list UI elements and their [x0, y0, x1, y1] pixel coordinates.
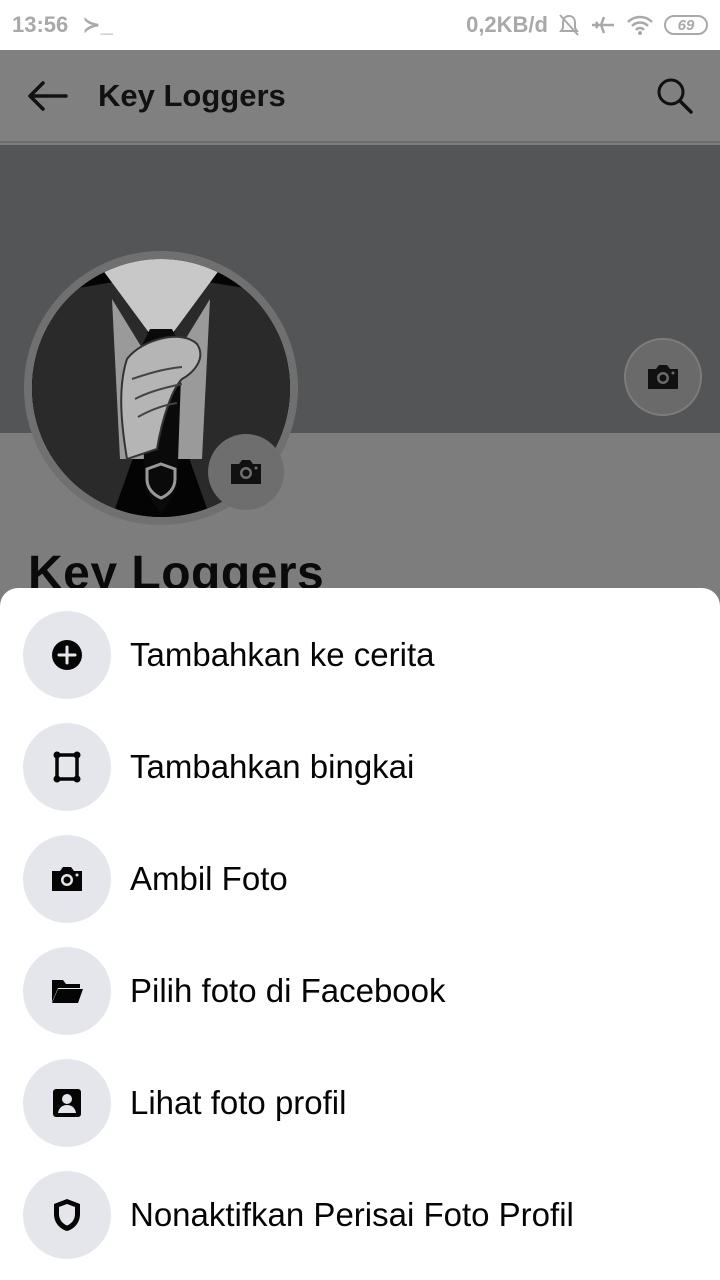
- page-title: Key Loggers: [98, 78, 286, 113]
- shield-icon: [54, 1199, 80, 1231]
- cover-camera-button[interactable]: [624, 338, 702, 416]
- menu-item-icon-bg: [23, 947, 111, 1035]
- menu-item-label: Ambil Foto: [130, 860, 288, 897]
- menu-item-add-to-story[interactable]: Tambahkan ke cerita: [0, 599, 720, 711]
- search-icon: [657, 78, 693, 114]
- wifi-icon: [626, 14, 654, 36]
- camera-icon: [231, 460, 261, 484]
- terminal-icon: ≻_: [82, 12, 113, 37]
- menu-item-label: Tambahkan bingkai: [130, 748, 415, 785]
- profile-card-icon: [53, 1089, 81, 1117]
- bottom-sheet: Tambahkan ke cerita Tambahkan bingkai Am…: [0, 588, 720, 1280]
- menu-item-icon-bg: [23, 723, 111, 811]
- menu-item-disable-profile-guard[interactable]: Nonaktifkan Perisai Foto Profil: [0, 1159, 720, 1271]
- menu-item-icon-bg: [23, 611, 111, 699]
- airplane-icon: [590, 13, 616, 37]
- profile-camera-button[interactable]: [208, 434, 284, 510]
- menu-item-label: Nonaktifkan Perisai Foto Profil: [130, 1196, 574, 1233]
- data-rate: 0,2KB/d: [466, 12, 548, 37]
- menu-item-view-profile-photo[interactable]: Lihat foto profil: [0, 1047, 720, 1159]
- menu-item-take-photo[interactable]: Ambil Foto: [0, 823, 720, 935]
- back-button[interactable]: [26, 78, 70, 114]
- menu-item-icon-bg: [23, 1059, 111, 1147]
- battery-indicator: 69: [664, 15, 708, 35]
- menu-item-label: Tambahkan ke cerita: [130, 636, 435, 673]
- menu-item-add-frame[interactable]: Tambahkan bingkai: [0, 711, 720, 823]
- camera-icon: [648, 365, 678, 389]
- frame-icon: [53, 751, 81, 783]
- menu-item-icon-bg: [23, 835, 111, 923]
- search-button[interactable]: [655, 76, 695, 116]
- camera-icon: [52, 867, 82, 891]
- status-bar: 13:56 ≻_ 0,2KB/d 69: [0, 0, 720, 50]
- menu-item-label: Lihat foto profil: [130, 1084, 347, 1121]
- menu-item-choose-facebook-photo[interactable]: Pilih foto di Facebook: [0, 935, 720, 1047]
- plus-circle-icon: [52, 640, 82, 670]
- menu-item-icon-bg: [23, 1171, 111, 1259]
- bell-muted-icon: [558, 13, 580, 37]
- status-time: 13:56: [12, 12, 69, 37]
- menu-item-label: Pilih foto di Facebook: [130, 972, 446, 1009]
- app-bar: Key Loggers: [0, 50, 720, 143]
- folder-icon: [52, 980, 83, 1003]
- back-arrow-icon: [28, 81, 68, 111]
